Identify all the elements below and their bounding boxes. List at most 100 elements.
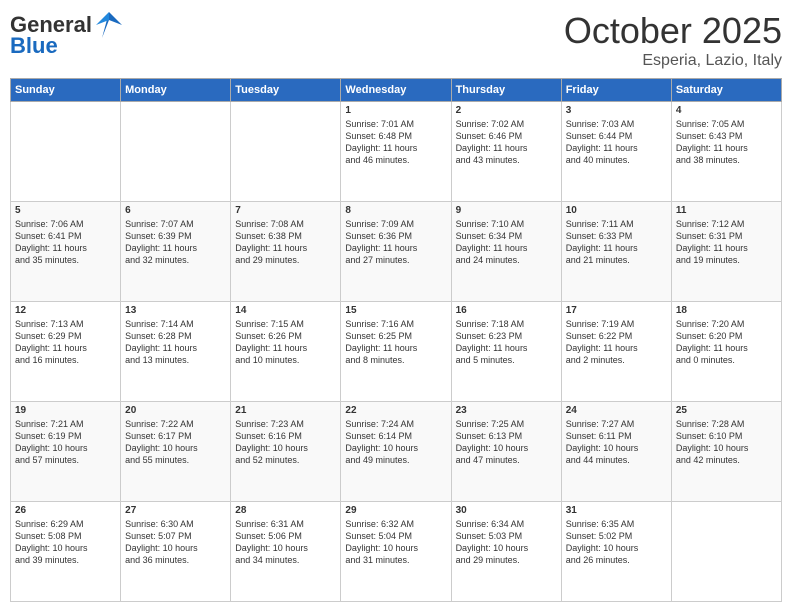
week-row-1: 5Sunrise: 7:06 AMSunset: 6:41 PMDaylight… xyxy=(11,202,782,302)
cell-line: Daylight: 10 hours xyxy=(125,542,226,554)
cell-line: Sunset: 6:44 PM xyxy=(566,130,667,142)
day-number: 15 xyxy=(345,305,446,316)
cell-line: Daylight: 10 hours xyxy=(676,442,777,454)
cell-text: Sunrise: 6:31 AMSunset: 5:06 PMDaylight:… xyxy=(235,518,336,567)
day-header-tuesday: Tuesday xyxy=(231,79,341,102)
cell-line: Sunset: 5:08 PM xyxy=(15,530,116,542)
day-header-monday: Monday xyxy=(121,79,231,102)
cell-line: Sunrise: 7:16 AM xyxy=(345,318,446,330)
cell-line: and 55 minutes. xyxy=(125,454,226,466)
cell-text: Sunrise: 7:11 AMSunset: 6:33 PMDaylight:… xyxy=(566,218,667,267)
calendar-cell: 1Sunrise: 7:01 AMSunset: 6:48 PMDaylight… xyxy=(341,102,451,202)
day-number: 3 xyxy=(566,105,667,116)
calendar-cell: 4Sunrise: 7:05 AMSunset: 6:43 PMDaylight… xyxy=(671,102,781,202)
calendar-cell: 13Sunrise: 7:14 AMSunset: 6:28 PMDayligh… xyxy=(121,302,231,402)
cell-line: Sunset: 6:39 PM xyxy=(125,230,226,242)
calendar-cell: 8Sunrise: 7:09 AMSunset: 6:36 PMDaylight… xyxy=(341,202,451,302)
cell-line: Sunrise: 6:34 AM xyxy=(456,518,557,530)
day-header-thursday: Thursday xyxy=(451,79,561,102)
cell-line: Sunset: 6:34 PM xyxy=(456,230,557,242)
day-number: 10 xyxy=(566,205,667,216)
cell-line: and 19 minutes. xyxy=(676,254,777,266)
cell-line: Sunrise: 6:30 AM xyxy=(125,518,226,530)
cell-line: Sunset: 6:36 PM xyxy=(345,230,446,242)
cell-line: Sunset: 6:14 PM xyxy=(345,430,446,442)
cell-line: Daylight: 11 hours xyxy=(15,342,116,354)
cell-line: Sunset: 6:41 PM xyxy=(15,230,116,242)
cell-line: and 31 minutes. xyxy=(345,554,446,566)
cell-line: Sunrise: 7:11 AM xyxy=(566,218,667,230)
calendar-cell: 30 Sunrise: 6:34 AMSunset: 5:03 PMDayligh… xyxy=(451,502,561,602)
cell-line: Sunrise: 7:18 AM xyxy=(456,318,557,330)
cell-line: and 27 minutes. xyxy=(345,254,446,266)
cell-line: Sunset: 6:22 PM xyxy=(566,330,667,342)
day-number: 6 xyxy=(125,205,226,216)
day-number: 24 xyxy=(566,405,667,416)
cell-line: Sunrise: 7:05 AM xyxy=(676,118,777,130)
day-number: 22 xyxy=(345,405,446,416)
day-header-wednesday: Wednesday xyxy=(341,79,451,102)
cell-line: Sunset: 6:20 PM xyxy=(676,330,777,342)
cell-line: and 49 minutes. xyxy=(345,454,446,466)
week-row-2: 12Sunrise: 7:13 AMSunset: 6:29 PMDayligh… xyxy=(11,302,782,402)
calendar-header-row: SundayMondayTuesdayWednesdayThursdayFrid… xyxy=(11,79,782,102)
cell-line: Daylight: 10 hours xyxy=(456,542,557,554)
header: General Blue October 2025 Esperia, Lazio… xyxy=(10,10,782,70)
cell-line: Daylight: 11 hours xyxy=(235,342,336,354)
cell-text: Sunrise: 7:15 AMSunset: 6:26 PMDaylight:… xyxy=(235,318,336,367)
cell-line: and 0 minutes. xyxy=(676,354,777,366)
cell-line: Daylight: 10 hours xyxy=(345,542,446,554)
day-header-friday: Friday xyxy=(561,79,671,102)
cell-line: and 16 minutes. xyxy=(15,354,116,366)
calendar-cell xyxy=(671,502,781,602)
cell-text: Sunrise: 7:10 AMSunset: 6:34 PMDaylight:… xyxy=(456,218,557,267)
cell-text: Sunrise: 6:29 AMSunset: 5:08 PMDaylight:… xyxy=(15,518,116,567)
cell-text: Sunrise: 7:22 AMSunset: 6:17 PMDaylight:… xyxy=(125,418,226,467)
cell-text: Sunrise: 6:30 AMSunset: 5:07 PMDaylight:… xyxy=(125,518,226,567)
cell-line: Sunset: 6:38 PM xyxy=(235,230,336,242)
cell-line: Sunset: 5:04 PM xyxy=(345,530,446,542)
cell-text: Sunrise: 7:27 AMSunset: 6:11 PMDaylight:… xyxy=(566,418,667,467)
cell-line: Sunset: 6:16 PM xyxy=(235,430,336,442)
day-number: 30 xyxy=(456,505,557,516)
cell-line: Sunrise: 7:14 AM xyxy=(125,318,226,330)
day-header-saturday: Saturday xyxy=(671,79,781,102)
cell-line: Sunset: 6:48 PM xyxy=(345,130,446,142)
calendar-cell: 29Sunrise: 6:32 AMSunset: 5:04 PMDayligh… xyxy=(341,502,451,602)
day-number: 18 xyxy=(676,305,777,316)
cell-text: Sunrise: 7:05 AMSunset: 6:43 PMDaylight:… xyxy=(676,118,777,167)
cell-line: and 40 minutes. xyxy=(566,154,667,166)
cell-text: Sunrise: 7:14 AMSunset: 6:28 PMDaylight:… xyxy=(125,318,226,367)
cell-line: Sunrise: 7:08 AM xyxy=(235,218,336,230)
cell-text: Sunrise: 6:34 AMSunset: 5:03 PMDaylight:… xyxy=(456,518,557,567)
cell-line: and 13 minutes. xyxy=(125,354,226,366)
cell-text: Sunrise: 7:25 AMSunset: 6:13 PMDaylight:… xyxy=(456,418,557,467)
logo: General Blue xyxy=(10,10,124,58)
cell-line: Sunrise: 7:23 AM xyxy=(235,418,336,430)
cell-line: and 38 minutes. xyxy=(676,154,777,166)
cell-text: Sunrise: 7:09 AMSunset: 6:36 PMDaylight:… xyxy=(345,218,446,267)
calendar-cell: 12Sunrise: 7:13 AMSunset: 6:29 PMDayligh… xyxy=(11,302,121,402)
logo-icon xyxy=(94,10,124,40)
calendar-cell: 21Sunrise: 7:23 AMSunset: 6:16 PMDayligh… xyxy=(231,402,341,502)
calendar-cell: 7Sunrise: 7:08 AMSunset: 6:38 PMDaylight… xyxy=(231,202,341,302)
day-number: 26 xyxy=(15,505,116,516)
cell-line: and 43 minutes. xyxy=(456,154,557,166)
cell-line: Sunset: 6:28 PM xyxy=(125,330,226,342)
cell-line: and 2 minutes. xyxy=(566,354,667,366)
location: Esperia, Lazio, Italy xyxy=(564,52,782,70)
calendar-cell: 5Sunrise: 7:06 AMSunset: 6:41 PMDaylight… xyxy=(11,202,121,302)
cell-line: Sunrise: 7:21 AM xyxy=(15,418,116,430)
cell-line: and 29 minutes. xyxy=(235,254,336,266)
day-number: 23 xyxy=(456,405,557,416)
cell-line: Daylight: 10 hours xyxy=(235,442,336,454)
cell-text: Sunrise: 6:32 AMSunset: 5:04 PMDaylight:… xyxy=(345,518,446,567)
day-number: 17 xyxy=(566,305,667,316)
cell-line: Sunset: 6:33 PM xyxy=(566,230,667,242)
calendar-cell: 11Sunrise: 7:12 AMSunset: 6:31 PMDayligh… xyxy=(671,202,781,302)
cell-line: Daylight: 10 hours xyxy=(125,442,226,454)
day-number: 1 xyxy=(345,105,446,116)
cell-line: and 36 minutes. xyxy=(125,554,226,566)
cell-line: Daylight: 11 hours xyxy=(345,342,446,354)
cell-line: Daylight: 11 hours xyxy=(235,242,336,254)
